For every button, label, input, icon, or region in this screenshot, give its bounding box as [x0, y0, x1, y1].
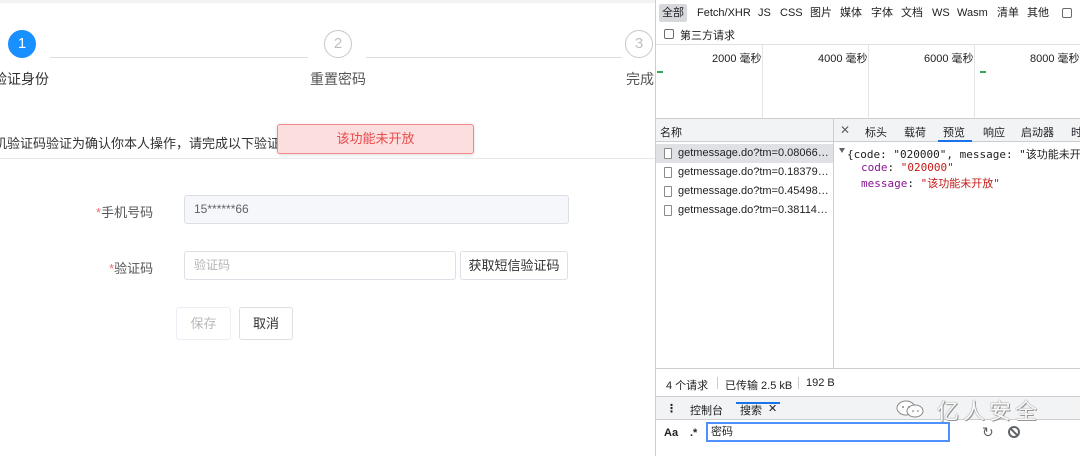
request-row[interactable]: getmessage.do?tm=0.18379… — [656, 163, 834, 182]
active-drawer-indicator — [736, 402, 780, 404]
resource-size: 192 B — [806, 377, 835, 389]
regex-toggle[interactable]: .* — [690, 427, 697, 439]
step-connector-2 — [366, 57, 622, 58]
code-label-text: 验证码 — [114, 261, 154, 276]
expand-triangle-icon[interactable] — [839, 148, 845, 153]
step-2-label: 重置密码 — [310, 71, 366, 87]
timeline-gridline — [762, 45, 763, 119]
step-3-label: 完成 — [626, 71, 654, 87]
top-border — [0, 0, 655, 3]
third-party-label: 第三方请求 — [680, 30, 735, 42]
reset-password-page: 1 2 3 验证身份 重置密码 完成 机验证码验证为确认你本人操作，请完成以下验… — [0, 0, 655, 456]
code-input[interactable]: 验证码 — [184, 251, 456, 280]
preview-summary: {code: "020000", message: "该功能未开放 — [847, 148, 1080, 161]
request-count: 4 个请求 — [666, 380, 709, 392]
phone-field[interactable]: 15******66 — [184, 195, 569, 224]
tab-initiator[interactable]: 启动器 — [1021, 124, 1054, 140]
timeline-label-2000: 2000 毫秒 — [712, 53, 762, 65]
file-icon — [664, 205, 672, 216]
step-2-circle: 2 — [324, 30, 352, 58]
save-button[interactable]: 保存 — [176, 307, 231, 340]
filter-all[interactable]: 全部 — [659, 4, 687, 22]
request-list: getmessage.do?tm=0.08066… getmessage.do?… — [656, 142, 834, 368]
filter-manifest[interactable]: 清单 — [997, 4, 1019, 22]
filter-js[interactable]: JS — [758, 4, 771, 22]
status-divider — [717, 377, 718, 389]
error-toast: 该功能未开放 — [277, 124, 474, 154]
watermark-text: 亿人安全 — [937, 399, 1042, 424]
request-name: getmessage.do?tm=0.45498… — [678, 185, 829, 197]
response-preview: {code: "020000", message: "该功能未开放 code: … — [834, 142, 1080, 368]
phone-label: *手机号码 — [96, 202, 153, 221]
filter-css[interactable]: CSS — [780, 4, 803, 22]
request-name: getmessage.do?tm=0.38114… — [678, 204, 828, 216]
network-timeline[interactable]: 2000 毫秒 4000 毫秒 6000 毫秒 8000 毫秒 — [656, 44, 1080, 119]
watermark: 亿人安全 — [895, 392, 1055, 426]
filter-wasm[interactable]: Wasm — [957, 4, 988, 22]
timeline-label-4000: 4000 毫秒 — [818, 53, 868, 65]
section-divider — [0, 158, 655, 159]
step-1-label: 验证身份 — [0, 71, 49, 87]
filter-fetch-xhr[interactable]: Fetch/XHR — [697, 4, 751, 22]
step-connector-1 — [50, 57, 308, 58]
devtools-network-panel: 全部 Fetch/XHR JS CSS 图片 媒体 字体 文档 WS Wasm … — [655, 0, 1080, 456]
clear-icon[interactable] — [1008, 426, 1020, 438]
filter-media[interactable]: 媒体 — [840, 4, 862, 22]
timeline-request-mark — [980, 71, 986, 73]
timeline-request-mark — [657, 71, 663, 73]
code-value: "020000" — [900, 161, 954, 174]
message-value: "该功能未开放" — [920, 177, 1000, 190]
tab-headers[interactable]: 标头 — [865, 124, 887, 140]
drawer-menu-icon[interactable]: ⋮ — [666, 402, 677, 415]
request-row[interactable]: getmessage.do?tm=0.45498… — [656, 182, 834, 201]
preview-message-line: message: "该功能未开放" — [861, 177, 1000, 190]
tab-timing[interactable]: 时 — [1071, 124, 1080, 140]
clear-icon-slash — [1009, 427, 1019, 437]
filter-font[interactable]: 字体 — [871, 4, 893, 22]
request-name: getmessage.do?tm=0.18379… — [678, 166, 829, 178]
filter-other[interactable]: 其他 — [1027, 4, 1049, 22]
code-key: code — [861, 161, 888, 174]
filter-ws[interactable]: WS — [932, 4, 950, 22]
request-row[interactable]: getmessage.do?tm=0.38114… — [656, 201, 834, 220]
third-party-checkbox[interactable] — [664, 29, 674, 39]
file-icon — [664, 167, 672, 178]
name-column-label: 名称 — [660, 127, 682, 139]
tab-console[interactable]: 控制台 — [690, 402, 723, 418]
get-sms-code-button[interactable]: 获取短信验证码 — [460, 251, 568, 280]
blocked-requests-checkbox[interactable] — [1062, 8, 1072, 18]
wechat-logo-icon — [896, 400, 924, 418]
verify-notice: 机验证码验证为确认你本人操作，请完成以下验证 — [0, 136, 281, 151]
preview-code-line: code: "020000" — [861, 161, 954, 174]
match-case-toggle[interactable]: Aa — [664, 427, 678, 439]
name-column-header[interactable]: 名称 — [656, 118, 834, 142]
step-3-circle: 3 — [625, 30, 653, 58]
status-divider — [798, 377, 799, 389]
cancel-button[interactable]: 取消 — [239, 307, 293, 340]
detail-tabs: ✕ 标头 载荷 预览 响应 启动器 时 — [834, 118, 1080, 142]
close-icon[interactable]: ✕ — [840, 123, 850, 137]
tab-payload[interactable]: 载荷 — [904, 124, 926, 140]
timeline-label-6000: 6000 毫秒 — [924, 53, 974, 65]
tab-response[interactable]: 响应 — [983, 124, 1005, 140]
request-name: getmessage.do?tm=0.08066… — [678, 147, 829, 159]
tab-preview[interactable]: 预览 — [943, 124, 965, 140]
code-label: *验证码 — [109, 258, 153, 277]
filter-bar: 全部 Fetch/XHR JS CSS 图片 媒体 字体 文档 WS Wasm … — [656, 0, 1080, 26]
filter-img[interactable]: 图片 — [810, 4, 832, 22]
timeline-gridline — [868, 45, 869, 119]
timeline-label-8000: 8000 毫秒 — [1030, 53, 1080, 65]
tab-search[interactable]: 搜索 — [740, 402, 762, 418]
timeline-gridline — [974, 45, 975, 119]
filter-doc[interactable]: 文档 — [901, 4, 923, 22]
step-1-circle: 1 — [8, 30, 36, 58]
file-icon — [664, 148, 672, 159]
request-row[interactable]: getmessage.do?tm=0.08066… — [656, 144, 834, 163]
message-key: message — [861, 177, 908, 190]
phone-label-text: 手机号码 — [101, 205, 154, 220]
refresh-icon[interactable]: ↻ — [982, 424, 994, 441]
transferred-size: 已传输 2.5 kB — [725, 380, 793, 392]
file-icon — [664, 186, 672, 197]
